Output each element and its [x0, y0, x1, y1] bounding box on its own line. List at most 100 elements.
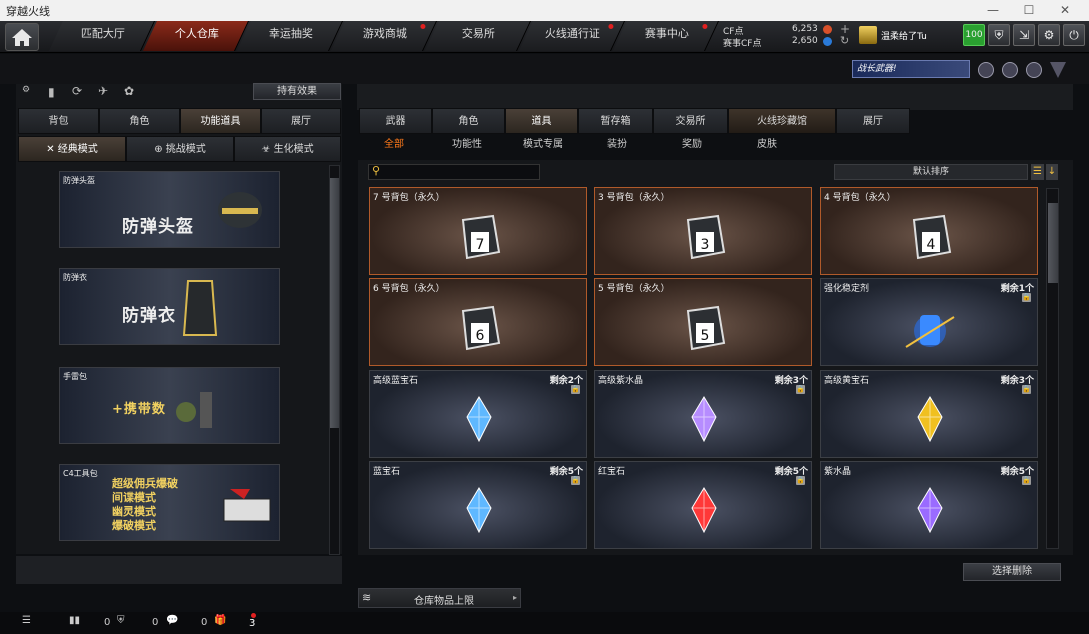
- right-scrollbar[interactable]: [1046, 188, 1059, 549]
- tab-showroom[interactable]: 展厅: [261, 108, 341, 134]
- subtab-skin[interactable]: 皮肤: [757, 134, 777, 156]
- card-grenade-pack[interactable]: 手雷包 +携带数: [59, 367, 280, 444]
- card-vest[interactable]: 防弹衣 防弹衣: [59, 268, 280, 345]
- tab-trade[interactable]: 交易所: [653, 108, 728, 134]
- tab-roles[interactable]: 角色: [432, 108, 505, 134]
- card-helmet[interactable]: 防弹头盔 防弹头盔: [59, 171, 280, 248]
- emblem-icon[interactable]: [1026, 62, 1042, 78]
- tab-temp-box[interactable]: 暂存箱: [578, 108, 653, 134]
- wing-icon[interactable]: ✈: [98, 84, 108, 98]
- settings-button[interactable]: ⚙: [1038, 24, 1060, 46]
- status-bar: ☰ ▮▮ 0 ⛨ 0 💬 0 🎁 3: [0, 612, 1089, 634]
- subtab-outfit[interactable]: 装扮: [607, 134, 627, 156]
- lock-icon[interactable]: 🔒: [796, 385, 805, 394]
- list-view-icon[interactable]: ☰: [1031, 164, 1044, 180]
- power-button[interactable]: ⏻: [1063, 24, 1085, 46]
- close-window-button[interactable]: ✕: [1050, 0, 1080, 21]
- globe-icon[interactable]: [1002, 62, 1018, 78]
- item-card[interactable]: 高级紫水晶 剩余3个 🔒: [594, 370, 812, 458]
- friends-icon[interactable]: ▮▮: [69, 615, 80, 626]
- gift-icon[interactable]: 🎁: [214, 615, 226, 626]
- left-scrollbar-thumb[interactable]: [330, 178, 339, 428]
- lock-icon[interactable]: 🔒: [1022, 476, 1031, 485]
- tab-character[interactable]: 角色: [99, 108, 180, 134]
- mode-challenge[interactable]: ⊕ 挑战模式: [126, 136, 234, 162]
- lock-icon[interactable]: 🔒: [796, 476, 805, 485]
- avatar[interactable]: [859, 26, 877, 44]
- lock-icon[interactable]: 🔒: [1022, 293, 1031, 302]
- bunny-icon[interactable]: ✿: [124, 84, 134, 98]
- promo-banner[interactable]: 战长武器!: [852, 60, 970, 78]
- item-card[interactable]: 6 号背包（永久） 6: [369, 278, 587, 366]
- nav-tab-match-lobby[interactable]: 匹配大厅: [49, 21, 155, 51]
- right-scrollbar-thumb[interactable]: [1048, 203, 1058, 283]
- chat-icon[interactable]: 💬: [166, 615, 178, 626]
- select-delete-button[interactable]: 选择删除: [963, 563, 1061, 581]
- cf2-label: 赛事CF点: [723, 39, 762, 49]
- item-name: 4 号背包（永久）: [824, 193, 896, 203]
- cf2-value: 2,650: [792, 36, 818, 46]
- c4-icon: [223, 489, 271, 522]
- tab-backpack[interactable]: 背包: [18, 108, 99, 134]
- sort-dropdown[interactable]: 默认排序: [834, 164, 1028, 180]
- nav-tab-lucky-draw[interactable]: 幸运抽奖: [237, 21, 343, 51]
- card-c4-kit[interactable]: C4工具包 超级佣兵爆破 间谍模式 幽灵模式 爆破模式: [59, 464, 280, 541]
- menu-icon[interactable]: ☰: [22, 615, 31, 626]
- item-name: 蓝宝石: [373, 467, 401, 477]
- subtab-reward[interactable]: 奖励: [682, 134, 702, 156]
- nav-tab-mall[interactable]: 游戏商城: [331, 21, 437, 51]
- window-titlebar: 穿越火线 — ☐ ✕: [0, 0, 1089, 21]
- capacity-bar[interactable]: ≋ 仓库物品上限 ▸: [358, 588, 521, 608]
- mode-zombie[interactable]: ☣ 生化模式: [234, 136, 341, 162]
- subtab-mode-exclusive[interactable]: 模式专属: [523, 134, 563, 156]
- item-card[interactable]: 红宝石 剩余5个 🔒: [594, 461, 812, 549]
- left-scrollbar[interactable]: [329, 165, 340, 555]
- item-card[interactable]: 紫水晶 剩余5个 🔒: [820, 461, 1038, 549]
- effects-button[interactable]: 持有效果: [253, 83, 341, 100]
- lock-icon[interactable]: 🔒: [571, 385, 580, 394]
- subtab-functional[interactable]: 功能性: [452, 134, 482, 156]
- level-badge[interactable]: 100: [963, 24, 985, 46]
- nav-tab-pass[interactable]: 火线通行证: [519, 21, 625, 51]
- item-card[interactable]: 高级黄宝石 剩余3个 🔒: [820, 370, 1038, 458]
- search-field[interactable]: ⚲: [368, 164, 540, 180]
- item-name: 高级蓝宝石: [373, 376, 419, 386]
- tab-right-showroom[interactable]: 展厅: [836, 108, 910, 134]
- mode-classic[interactable]: ✕ 经典模式: [18, 136, 126, 162]
- item-card[interactable]: 高级蓝宝石 剩余2个 🔒: [369, 370, 587, 458]
- c4-modes-list: 超级佣兵爆破 间谍模式 幽灵模式 爆破模式: [112, 477, 178, 532]
- rank-icon[interactable]: [978, 62, 994, 78]
- gem-icon: [917, 396, 943, 443]
- item-name: 紫水晶: [824, 467, 852, 477]
- lock-icon[interactable]: 🔒: [571, 476, 580, 485]
- status-shield-icon[interactable]: ⛨: [117, 615, 125, 626]
- stats-icon[interactable]: ▮: [48, 85, 55, 99]
- tab-props[interactable]: 道具: [505, 108, 578, 134]
- tab-collection[interactable]: 火线珍藏馆: [728, 108, 836, 134]
- search-input[interactable]: [387, 165, 537, 179]
- maximize-button[interactable]: ☐: [1014, 0, 1044, 21]
- exit-room-button[interactable]: ⇲: [1013, 24, 1035, 46]
- sort-order-icon[interactable]: ↓: [1046, 164, 1058, 180]
- lock-icon[interactable]: 🔒: [1022, 385, 1031, 394]
- tab-weapons[interactable]: 武器: [359, 108, 432, 134]
- item-card[interactable]: 4 号背包（永久） 4: [820, 187, 1038, 275]
- nav-tab-events[interactable]: 赛事中心: [613, 21, 719, 51]
- nav-tab-exchange[interactable]: 交易所: [425, 21, 531, 51]
- subtab-all[interactable]: 全部: [384, 134, 404, 156]
- item-card[interactable]: 强化稳定剂 剩余1个 🔒: [820, 278, 1038, 366]
- expand-arrow-icon: ▸: [512, 593, 517, 602]
- minimize-button[interactable]: —: [978, 0, 1008, 21]
- toggle-off-icon[interactable]: ⚙: [22, 85, 30, 95]
- item-card[interactable]: 5 号背包（永久） 5: [594, 278, 812, 366]
- home-button[interactable]: [5, 23, 39, 51]
- refresh-icon[interactable]: ↻: [840, 34, 849, 47]
- item-card[interactable]: 7 号背包（永久） 7: [369, 187, 587, 275]
- tab-function-items[interactable]: 功能道具: [180, 108, 261, 134]
- shield-button[interactable]: ⛨: [988, 24, 1010, 46]
- item-card[interactable]: 3 号背包（永久） 3: [594, 187, 812, 275]
- backpack-icon: 3: [686, 214, 726, 260]
- item-card[interactable]: 蓝宝石 剩余5个 🔒: [369, 461, 587, 549]
- sync-icon[interactable]: ⟳: [72, 84, 82, 98]
- nav-tab-warehouse[interactable]: 个人仓库: [143, 21, 249, 51]
